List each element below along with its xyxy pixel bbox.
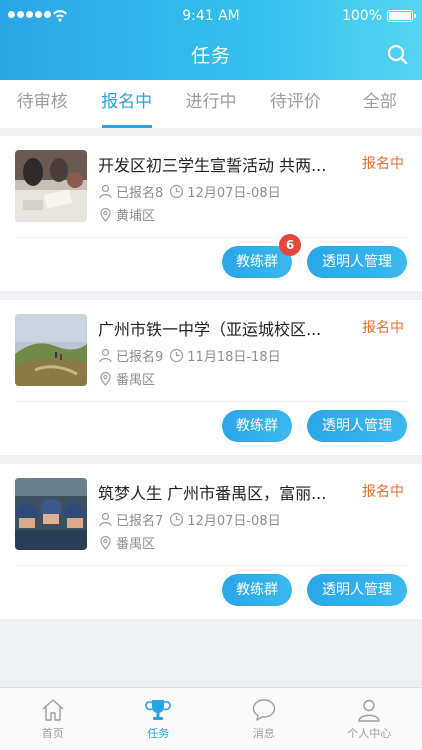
clock-icon [170,348,184,363]
person-icon [99,512,112,527]
manage-button[interactable]: 透明人管理 [307,410,407,442]
district: 番禺区 [116,373,156,388]
battery-icon [387,10,416,22]
tab-pending-review[interactable]: 待审核 [0,80,84,128]
task-title: 开发区初三学生宣誓活动 共两... [98,156,327,175]
home-icon [42,699,64,721]
unread-badge: 6 [279,234,301,256]
task-list: 开发区初三学生宣誓活动 共两... 报名中 已报名8 12月07日-08日 黄埔… [0,128,422,619]
bottom-tab-bar: 首页 任务 消息 个人中心 [0,687,422,750]
trophy-icon [145,700,172,720]
task-card[interactable]: 开发区初三学生宣誓活动 共两... 报名中 已报名8 12月07日-08日 黄埔… [0,136,422,291]
task-card[interactable]: 筑梦人生 广州市番禺区，富丽... 报名中 已报名7 12月07日-08日 番禺… [0,464,422,619]
tab-all[interactable]: 全部 [338,80,422,128]
task-thumbnail [15,478,87,550]
district: 番禺区 [116,537,156,552]
task-meta: 已报名7 12月07日-08日 [98,510,281,529]
manage-button[interactable]: 透明人管理 [307,246,407,278]
page-title: 任务 [190,45,231,67]
district: 黄埔区 [116,209,156,224]
task-meta: 已报名9 11月18日-18日 [98,346,281,365]
person-icon [358,699,380,722]
person-icon [99,184,112,199]
signed-count: 已报名8 [116,186,164,201]
manage-button[interactable]: 透明人管理 [307,574,407,606]
coach-group-button[interactable]: 教练群 [222,410,292,442]
tabbar-label: 首页 [41,727,64,740]
nav-header: 9:41 AM 100% 任务 [0,0,422,80]
tabbar-label: 消息 [252,727,275,740]
clock-icon [170,184,184,199]
coach-group-button[interactable]: 教练群 [222,574,292,606]
task-title: 广州市铁一中学（亚运城校区... [98,320,322,339]
clock-icon [170,512,184,527]
location-pin-icon [100,535,111,550]
task-card[interactable]: 广州市铁一中学（亚运城校区... 报名中 已报名9 11月18日-18日 番禺区… [0,300,422,455]
divider [15,237,407,238]
status-bar: 9:41 AM 100% [0,0,422,32]
task-thumbnail [15,314,87,386]
battery-percent: 100% [341,8,382,24]
location-pin-icon [100,371,111,386]
task-date: 12月07日-08日 [187,514,281,529]
chat-icon [252,699,275,721]
tab-in-progress[interactable]: 进行中 [169,80,253,128]
tab-enrolling[interactable]: 报名中 [84,80,168,128]
task-date: 11月18日-18日 [187,350,281,365]
task-date: 12月07日-08日 [187,186,281,201]
task-location: 番禺区 [98,369,155,388]
status-badge: 报名中 [362,484,404,500]
person-icon [99,348,112,363]
location-pin-icon [100,207,111,222]
task-location: 黄埔区 [98,205,155,224]
signed-count: 已报名7 [116,514,164,529]
tab-pending-rating[interactable]: 待评价 [253,80,337,128]
tabbar-profile[interactable]: 个人中心 [317,688,422,750]
tabbar-messages[interactable]: 消息 [211,688,317,750]
task-meta: 已报名8 12月07日-08日 [98,182,281,201]
search-icon[interactable] [386,43,408,65]
signed-count: 已报名9 [116,350,164,365]
tabbar-tasks[interactable]: 任务 [106,688,212,750]
task-thumbnail [15,150,87,222]
tabbar-label: 任务 [147,727,170,740]
status-tabs: 待审核 报名中 进行中 待评价 全部 [0,80,422,128]
status-badge: 报名中 [362,156,404,172]
divider [15,401,407,402]
status-badge: 报名中 [362,320,404,336]
divider [15,565,407,566]
task-title: 筑梦人生 广州市番禺区，富丽... [98,484,327,503]
tabbar-label: 个人中心 [347,727,392,740]
task-location: 番禺区 [98,533,155,552]
tabbar-home[interactable]: 首页 [0,688,106,750]
